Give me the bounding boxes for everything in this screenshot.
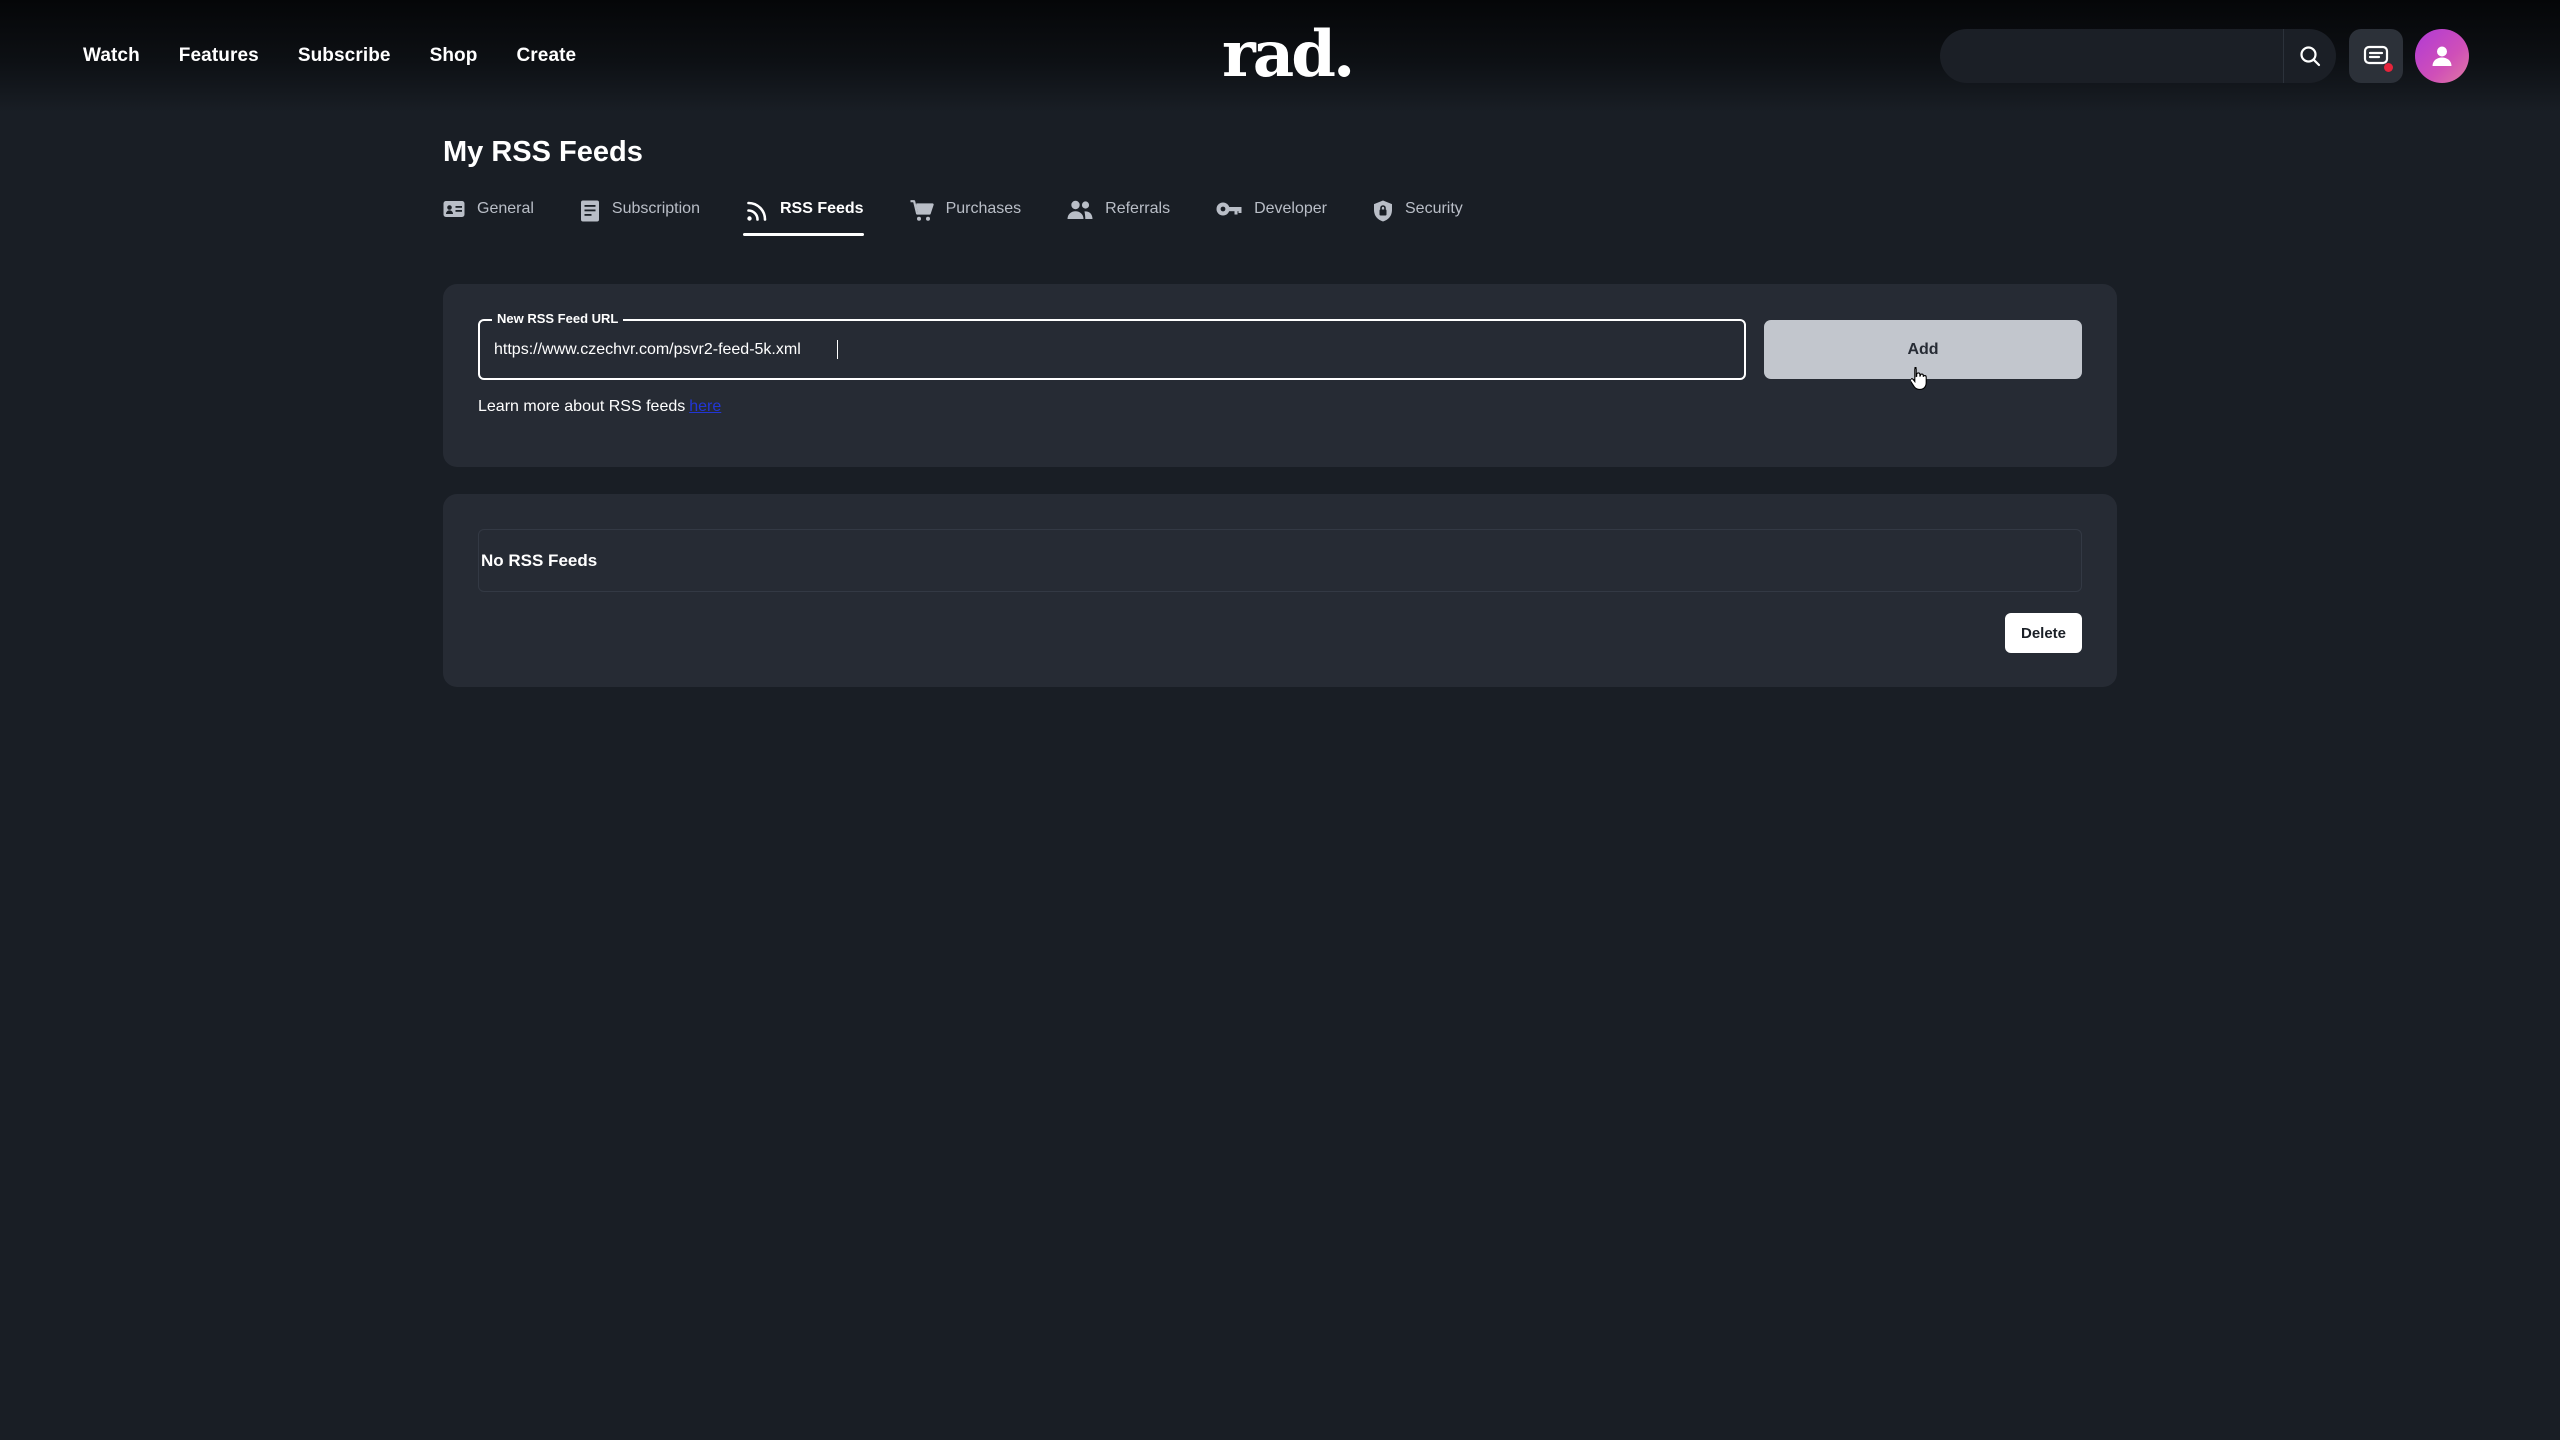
notification-dot [2384,63,2393,72]
search-icon [2300,46,2321,67]
id-card-icon [443,201,465,217]
learn-more-label: Learn more about RSS feeds [478,398,686,415]
tab-purchases-label: Purchases [945,200,1022,217]
tab-purchases[interactable]: Purchases [910,196,1022,240]
tab-subscription-label: Subscription [611,200,700,217]
nav-shop-link[interactable]: Shop [430,45,478,67]
tab-rss-feeds-label: RSS Feeds [779,200,864,217]
tab-referrals[interactable]: Referrals [1067,196,1170,240]
tab-general-label: General [477,200,534,217]
rss-url-fieldset: New RSS Feed URL [478,310,1746,380]
site-logo[interactable]: rad. [1222,14,1355,96]
tab-security-label: Security [1405,200,1463,217]
nav-subscribe-link[interactable]: Subscribe [298,45,391,67]
settings-tabs: General Subscription RSS Feeds Purchases [443,196,1463,240]
rss-icon [747,201,767,221]
receipt-icon [580,200,599,222]
tab-subscription[interactable]: Subscription [580,196,700,240]
cart-icon [910,200,934,221]
tab-general[interactable]: General [443,196,534,240]
rss-url-input[interactable] [494,321,1730,378]
tab-referrals-label: Referrals [1105,200,1171,217]
empty-feeds-row: No RSS Feeds [478,529,2082,592]
delete-button[interactable]: Delete [2005,613,2082,653]
shield-icon [1374,200,1392,222]
nav-create-link[interactable]: Create [516,45,576,67]
top-navbar: Watch Features Subscribe Shop Create rad… [0,0,2560,112]
nav-watch-link[interactable]: Watch [83,45,140,67]
key-icon [1216,202,1242,216]
nav-features-link[interactable]: Features [179,45,259,67]
messages-button[interactable] [2349,29,2403,83]
user-avatar[interactable] [2415,29,2469,83]
user-icon [2432,46,2452,66]
search-input[interactable] [1940,29,2283,83]
users-icon [1067,200,1093,219]
text-caret [837,340,838,359]
add-feed-card: New RSS Feed URL Add Learn more about RS… [443,284,2117,467]
search-bar [1940,29,2336,83]
learn-more-link[interactable]: here [689,398,721,415]
tab-developer-label: Developer [1254,200,1327,217]
search-button[interactable] [2284,29,2336,83]
page-title: My RSS Feeds [443,136,643,168]
add-feed-button[interactable]: Add [1764,320,2082,379]
tab-developer[interactable]: Developer [1216,196,1327,240]
tab-rss-feeds[interactable]: RSS Feeds [742,196,864,240]
main-nav: Watch Features Subscribe Shop Create [83,0,576,112]
feeds-list-card: No RSS Feeds Delete [443,494,2117,687]
tab-security[interactable]: Security [1373,196,1463,240]
learn-more-text: Learn more about RSS feeds here [478,398,721,416]
